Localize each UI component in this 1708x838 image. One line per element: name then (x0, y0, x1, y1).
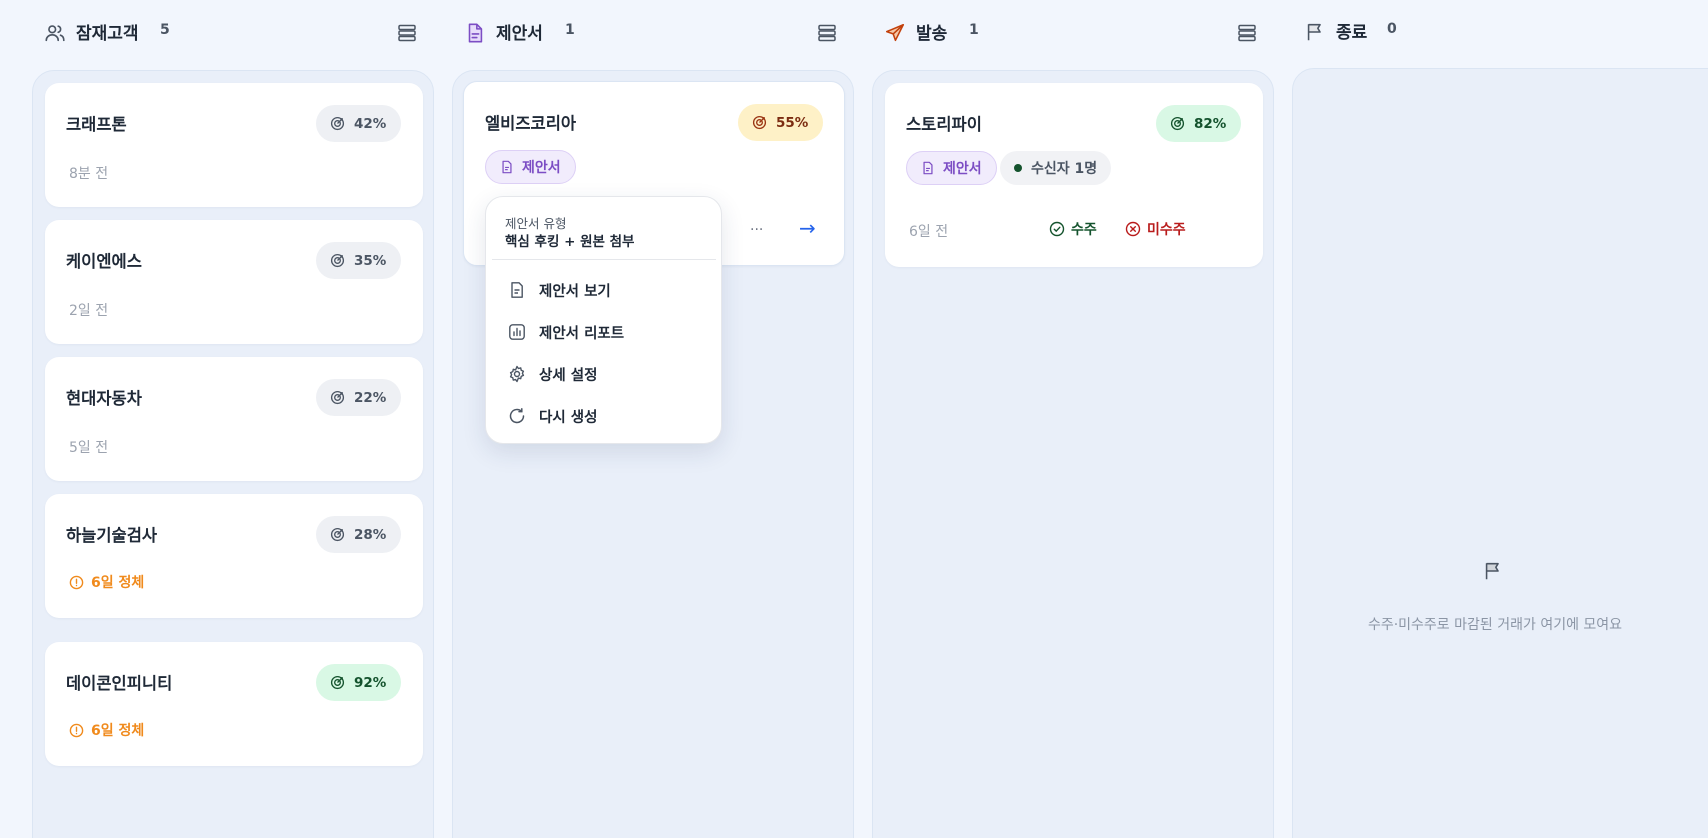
column-header: 종료 0 (1292, 17, 1674, 45)
column-header: 잠재고객 5 (32, 18, 416, 46)
flag-icon (1307, 23, 1321, 41)
recipients-label: 수신자 1명 (1031, 161, 1098, 177)
target-icon (330, 527, 345, 542)
stack-menu-icon[interactable] (818, 24, 836, 42)
column-count: 1 (565, 22, 575, 38)
score-value: 22% (354, 389, 387, 406)
deal-card[interactable]: 크래프톤 42% 8분 전 (45, 83, 423, 207)
alert-circle-icon (69, 723, 84, 737)
stall-text: 6일 정체 (91, 723, 145, 739)
proposal-tag[interactable]: 제안서 (906, 151, 997, 185)
stall-warning: 6일 정체 (69, 720, 144, 740)
score-badge: 28% (316, 516, 402, 553)
stall-warning: 6일 정체 (69, 572, 144, 592)
deal-name: 스토리파이 (906, 115, 982, 134)
deal-name: 데이콘인피니티 (66, 674, 173, 693)
tag-label: 제안서 (943, 161, 982, 177)
score-value: 35% (354, 252, 387, 269)
deal-card[interactable]: 스토리파이 82% 제안서 수신자 1명 6일 전 수주 미수주 (885, 83, 1263, 267)
document-icon (511, 282, 523, 298)
more-button[interactable]: ··· (750, 222, 763, 238)
score-value: 28% (354, 526, 387, 543)
proposal-type-value: 핵심 후킹 + 원본 첨부 (505, 234, 635, 250)
menu-item-detail-settings[interactable]: 상세 설정 (508, 361, 597, 387)
score-badge: 92% (316, 664, 402, 701)
lane-prospects: 크래프톤 42% 8분 전 케이엔에스 35% 2일 전 현대자동차 22% 5… (32, 70, 434, 838)
deal-name: 하늘기술검사 (66, 526, 158, 545)
target-icon (330, 675, 345, 690)
score-badge: 22% (316, 379, 402, 416)
deal-card[interactable]: 현대자동차 22% 5일 전 (45, 357, 423, 481)
column-title: 잠재고객 (76, 24, 139, 44)
column-sent: 발송 1 스토리파이 82% 제안서 수신자 1명 6일 전 수주 미수주 (872, 0, 1274, 838)
score-value: 92% (354, 674, 387, 691)
lane-sent: 스토리파이 82% 제안서 수신자 1명 6일 전 수주 미수주 (872, 70, 1274, 838)
proposal-tag[interactable]: 제안서 (485, 150, 576, 184)
stack-menu-icon[interactable] (1238, 24, 1256, 42)
deal-name: 현대자동차 (66, 389, 142, 408)
lane-proposal: 엘비즈코리아 55% 제안서 ··· → (452, 70, 854, 838)
users-icon (45, 25, 65, 42)
deal-card[interactable]: 데이콘인피니티 92% 6일 정체 (45, 642, 423, 766)
send-icon (885, 23, 905, 42)
column-header: 발송 1 (872, 18, 1256, 46)
last-activity: 5일 전 (69, 440, 109, 456)
column-count: 1 (969, 22, 979, 38)
deal-name: 크래프톤 (66, 115, 127, 134)
score-badge: 55% (738, 104, 824, 141)
proposal-context-menu: 제안서 유형 핵심 후킹 + 원본 첨부 제안서 보기 제안서 리포트 상세 설… (485, 196, 722, 444)
check-circle-icon (1049, 221, 1065, 237)
stack-menu-icon[interactable] (398, 24, 416, 42)
last-activity: 8분 전 (69, 166, 109, 182)
document-icon (468, 23, 483, 43)
deal-card[interactable]: 케이엔에스 35% 2일 전 (45, 220, 423, 344)
stall-text: 6일 정체 (91, 575, 145, 591)
target-icon (330, 390, 345, 405)
score-badge: 42% (316, 105, 402, 142)
column-title: 발송 (916, 24, 948, 44)
menu-item-proposal-report[interactable]: 제안서 리포트 (508, 319, 624, 345)
menu-item-regenerate[interactable]: 다시 생성 (508, 403, 597, 429)
deal-name: 케이엔에스 (66, 252, 142, 271)
column-title: 제안서 (496, 24, 543, 44)
flag-icon (1485, 562, 1499, 580)
target-icon (752, 115, 767, 130)
menu-divider (492, 259, 716, 260)
target-icon (330, 253, 345, 268)
mark-won-button[interactable]: 수주 (1049, 219, 1097, 239)
deal-card[interactable]: 하늘기술검사 28% 6일 정체 (45, 494, 423, 618)
document-icon (502, 160, 512, 174)
advance-arrow-button[interactable]: → (799, 216, 816, 240)
column-count: 0 (1387, 21, 1397, 37)
score-value: 82% (1194, 115, 1227, 132)
mark-lost-button[interactable]: 미수주 (1125, 219, 1186, 239)
column-header: 제안서 1 (452, 18, 836, 46)
column-title: 종료 (1336, 23, 1368, 43)
status-dot (1014, 164, 1022, 172)
menu-item-view-proposal[interactable]: 제안서 보기 (508, 277, 611, 303)
last-activity: 6일 전 (909, 224, 949, 240)
score-badge: 82% (1156, 105, 1242, 142)
score-value: 42% (354, 115, 387, 132)
score-value: 55% (776, 114, 809, 131)
last-activity: 2일 전 (69, 303, 109, 319)
score-badge: 35% (316, 242, 402, 279)
alert-circle-icon (69, 575, 84, 589)
recipients-tag: 수신자 1명 (1000, 151, 1112, 185)
tag-label: 제안서 (522, 160, 561, 176)
bar-chart-icon (509, 324, 525, 340)
deal-name: 엘비즈코리아 (485, 114, 577, 133)
gear-icon (509, 365, 525, 383)
column-count: 5 (160, 22, 170, 38)
column-prospects: 잠재고객 5 크래프톤 42% 8분 전 케이엔에스 35% 2일 전 현대자동… (32, 0, 434, 838)
target-icon (1170, 116, 1185, 131)
x-circle-icon (1125, 221, 1141, 237)
target-icon (330, 116, 345, 131)
empty-state-message: 수주·미수주로 마감된 거래가 여기에 모여요 (1367, 617, 1623, 633)
refresh-icon (509, 408, 525, 424)
column-closed: 종료 0 (1292, 0, 1708, 838)
lane-closed (1292, 68, 1708, 838)
document-icon (923, 161, 933, 175)
